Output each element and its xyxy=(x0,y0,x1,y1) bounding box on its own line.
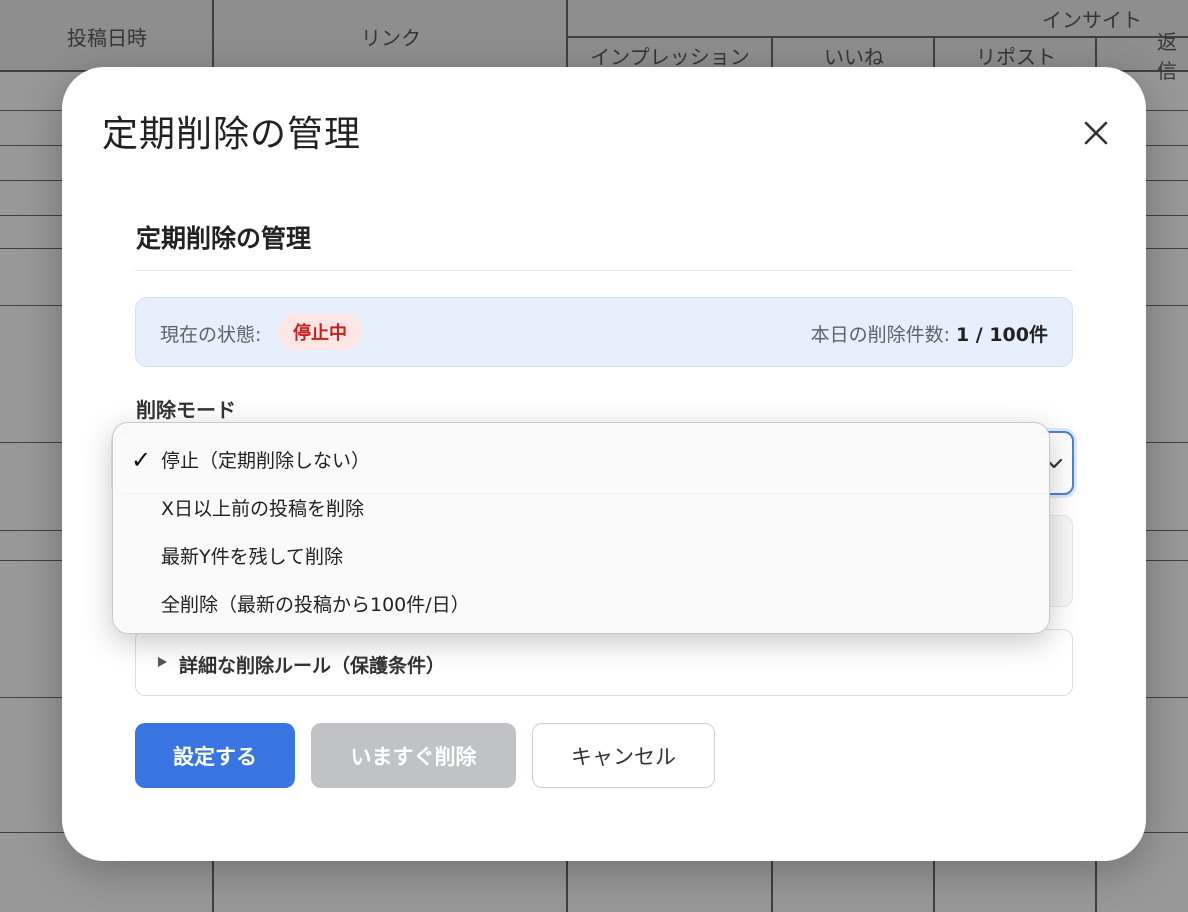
cancel-button[interactable]: キャンセル xyxy=(532,723,715,788)
advanced-rules-toggle[interactable]: 詳細な削除ルール（保護条件） xyxy=(135,629,1073,696)
dropdown-option-older-than-x-days[interactable]: X日以上前の投稿を削除 xyxy=(113,483,1049,531)
close-icon xyxy=(1084,121,1108,145)
save-button[interactable]: 設定する xyxy=(135,723,295,788)
status-label: 現在の状態: xyxy=(160,324,262,346)
dropdown-option-stop[interactable]: ✓ 停止（定期削除しない） xyxy=(113,435,1049,483)
section-title: 定期削除の管理 xyxy=(136,224,312,253)
modal-title: 定期削除の管理 xyxy=(102,114,362,155)
dropdown-option-label: 最新Y件を残して削除 xyxy=(161,545,344,568)
divider xyxy=(135,270,1073,271)
dropdown-option-label: X日以上前の投稿を削除 xyxy=(161,497,365,520)
daily-count-value: 1 / 100件 xyxy=(955,324,1048,346)
disclosure-triangle-icon xyxy=(158,657,167,667)
daily-count-label: 本日の削除件数: xyxy=(810,324,950,346)
status-panel: 現在の状態: 停止中 本日の削除件数: 1 / 100件 xyxy=(135,297,1073,367)
dropdown-option-label: 全削除（最新の投稿から100件/日） xyxy=(161,593,470,616)
delete-mode-dropdown: ✓ 停止（定期削除しない） X日以上前の投稿を削除 最新Y件を残して削除 全削除… xyxy=(112,422,1050,634)
dropdown-option-label: 停止（定期削除しない） xyxy=(161,449,371,472)
dropdown-option-delete-all[interactable]: 全削除（最新の投稿から100件/日） xyxy=(113,579,1049,627)
delete-now-button: いますぐ削除 xyxy=(311,723,516,788)
dropdown-option-keep-latest-y[interactable]: 最新Y件を残して削除 xyxy=(113,531,1049,579)
delete-mode-label: 削除モード xyxy=(136,398,236,422)
checkmark-icon: ✓ xyxy=(131,446,152,474)
status-badge: 停止中 xyxy=(278,314,362,350)
close-button[interactable] xyxy=(1076,113,1116,153)
advanced-rules-label: 詳細な削除ルール（保護条件） xyxy=(179,655,446,677)
